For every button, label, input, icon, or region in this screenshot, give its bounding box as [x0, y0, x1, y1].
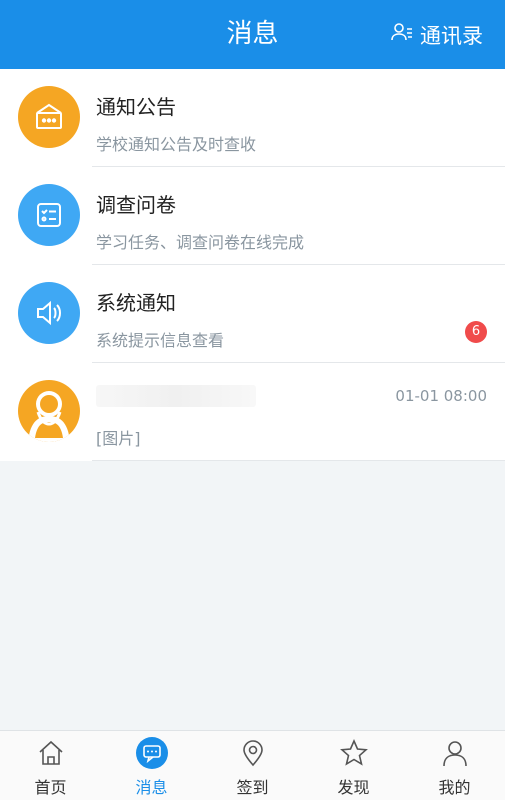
tab-label: 消息: [135, 778, 168, 797]
message-item-survey[interactable]: 调查问卷 学习任务、调查问卷在线完成: [0, 167, 505, 265]
contacts-icon: [390, 20, 414, 49]
divider: [92, 460, 505, 461]
unread-badge: 6: [465, 321, 487, 343]
tab-home[interactable]: 首页: [0, 731, 101, 800]
message-title: 系统通知: [96, 291, 176, 315]
contacts-button[interactable]: 通讯录: [390, 0, 483, 69]
home-icon: [34, 736, 68, 770]
message-item-system[interactable]: 系统通知 系统提示信息查看 6: [0, 265, 505, 363]
tab-label: 首页: [34, 778, 67, 797]
message-subtitle: 学习任务、调查问卷在线完成: [96, 233, 305, 252]
location-pin-icon: [236, 736, 270, 770]
message-title: 调查问卷: [96, 193, 176, 217]
tab-discover[interactable]: 发现: [303, 731, 404, 800]
tab-label: 我的: [438, 778, 471, 797]
tab-label: 签到: [236, 778, 269, 797]
tab-checkin[interactable]: 签到: [202, 731, 303, 800]
message-time: 01-01 08:00: [395, 387, 487, 405]
tab-messages[interactable]: 消息: [101, 731, 202, 800]
message-item-chat[interactable]: 01-01 08:00 [图片]: [0, 363, 505, 461]
announcement-icon: [18, 86, 80, 148]
checklist-icon: [18, 184, 80, 246]
message-subtitle: 学校通知公告及时查收: [96, 135, 257, 154]
message-item-announcement[interactable]: 通知公告 学校通知公告及时查收: [0, 69, 505, 167]
app-header: 消息 通讯录: [0, 0, 505, 69]
contact-name: [96, 385, 256, 407]
tab-profile[interactable]: 我的: [404, 731, 505, 800]
user-icon: [438, 736, 472, 770]
message-title: 通知公告: [96, 95, 176, 119]
message-subtitle: 系统提示信息查看: [96, 331, 225, 350]
contacts-label: 通讯录: [420, 23, 483, 48]
tab-label: 发现: [337, 778, 370, 797]
bottom-tab-bar: 首页 消息 签到 发现 我的: [0, 730, 505, 800]
message-subtitle: [图片]: [96, 429, 141, 448]
message-list: 通知公告 学校通知公告及时查收 调查问卷 学习任务、调查问卷在线完成 系统通知: [0, 69, 505, 461]
chat-icon: [135, 736, 169, 770]
speaker-icon: [18, 282, 80, 344]
avatar-icon: [18, 380, 80, 442]
star-icon: [337, 736, 371, 770]
